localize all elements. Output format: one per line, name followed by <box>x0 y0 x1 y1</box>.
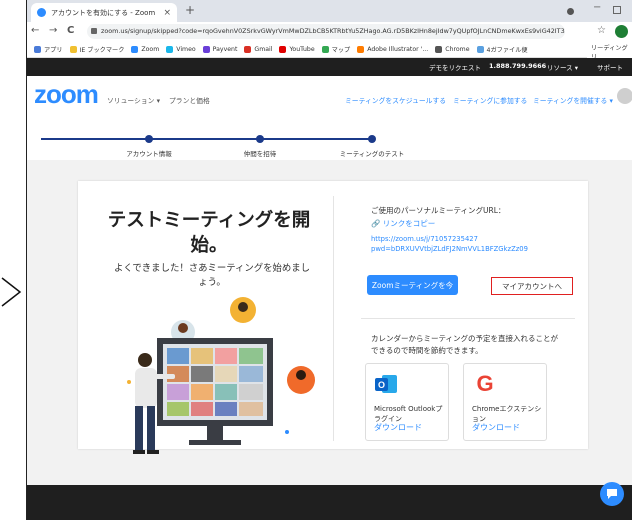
bookmark-item[interactable]: アプリ <box>34 45 63 54</box>
forward-button[interactable]: → <box>49 25 57 36</box>
app-name: Microsoft Outlookプ ラグイン <box>374 405 443 423</box>
progress-step-label: アカウント情報 <box>126 150 172 158</box>
new-tab-button[interactable]: + <box>185 3 195 17</box>
bookmark-star-icon[interactable]: ☆ <box>597 25 606 36</box>
bookmark-item[interactable]: 4ガファイル便 <box>476 45 528 54</box>
profile-dot-icon[interactable] <box>567 8 574 15</box>
personal-url-label: ご使用のパーソナルミーティングURL： <box>371 206 506 215</box>
page-title: テストミーティングを開 始。 <box>107 210 311 256</box>
chat-button[interactable] <box>600 482 624 506</box>
video-meeting-illustration <box>127 297 315 454</box>
lock-icon <box>91 28 97 34</box>
phone-number: 1.888.799.9666 <box>489 62 547 70</box>
bookmark-favicon-icon <box>202 45 210 53</box>
outlook-plugin-card[interactable]: O Microsoft Outlookプ ラグイン ダウンロード <box>365 363 449 441</box>
demo-request-link[interactable]: デモをリクエスト <box>429 62 481 72</box>
download-link[interactable]: ダウンロード <box>472 422 520 433</box>
download-link[interactable]: ダウンロード <box>374 422 422 433</box>
calendar-text: できるので時間を節約できます。 <box>371 346 483 355</box>
bookmark-favicon-icon <box>69 45 77 53</box>
start-meeting-button[interactable]: Zoomミーティングを今 <box>367 275 458 295</box>
resources-menu[interactable]: リソース ▾ <box>547 62 578 72</box>
zoom-logo[interactable]: zoom <box>34 81 99 107</box>
bookmark-favicon-icon <box>279 45 287 53</box>
svg-text:O: O <box>378 380 385 390</box>
chevron-right-icon <box>1 277 22 307</box>
copy-link-button[interactable]: 🔗 リンクをコピー <box>371 218 435 229</box>
bookmark-item[interactable]: マップ <box>321 45 350 54</box>
bookmark-favicon-icon <box>166 45 174 53</box>
progress-step-dot <box>256 135 264 143</box>
outlook-icon: O <box>375 375 397 393</box>
bookmark-item[interactable]: Vimeo <box>166 45 196 53</box>
bookmark-item[interactable]: Adobe Illustrator '... <box>357 45 428 53</box>
bookmark-favicon-icon <box>244 45 252 53</box>
bookmark-favicon-icon <box>357 45 365 53</box>
progress-step-label: 仲間を招待 <box>243 150 277 158</box>
zoom-nav: zoom ソリューション ▾ プランと価格 ミーティングをスケジュールする ミー… <box>27 76 632 114</box>
page-footer <box>27 485 632 520</box>
tab-title: アカウントを有効にする - Zoom <box>51 8 156 17</box>
progress-step-label: ミーティングのテスト <box>339 150 405 158</box>
back-button[interactable]: ← <box>31 25 39 36</box>
nav-host[interactable]: ミーティングを開催する ▾ <box>533 95 613 105</box>
tab-close-icon[interactable]: × <box>163 8 171 18</box>
personal-url-pwd[interactable]: pwd=bDRXUVVtbjZLdFJ2NmVVL1BFZGkzZz09 <box>371 245 528 253</box>
browser-tab[interactable]: アカウントを有効にする - Zoom × <box>31 3 177 22</box>
nav-plans[interactable]: プランと価格 <box>169 95 210 105</box>
my-account-button[interactable]: マイアカウントへ <box>491 277 573 295</box>
address-bar-row: ← → C zoom.us/signup/skipped?code=rqoGve… <box>27 22 632 41</box>
minimize-icon[interactable]: − <box>593 2 601 13</box>
user-avatar-icon[interactable] <box>617 88 632 104</box>
bookmark-favicon-icon <box>131 45 139 53</box>
bookmark-item[interactable]: Payvent <box>202 45 237 53</box>
address-bar[interactable]: zoom.us/signup/skipped?code=rqoGvehnV0ZS… <box>87 24 565 39</box>
bookmark-favicon-icon <box>476 45 484 53</box>
nav-schedule[interactable]: ミーティングをスケジュールする <box>345 95 446 105</box>
reload-button[interactable]: C <box>67 25 74 36</box>
tab-bar: アカウントを有効にする - Zoom × + − <box>27 0 632 22</box>
bookmark-favicon-icon <box>435 45 443 53</box>
maximize-icon[interactable] <box>613 6 621 14</box>
nav-solutions[interactable]: ソリューション ▾ <box>107 95 160 105</box>
section-divider <box>361 318 575 319</box>
bookmark-favicon-icon <box>321 45 329 53</box>
progress-line <box>41 138 375 140</box>
progress-step-dot <box>368 135 376 143</box>
bookmarks-bar: アプリ IE ブックマーク Zoom Vimeo Payvent Gmail YouTube… <box>27 41 632 58</box>
google-icon: G <box>476 371 493 396</box>
progress-step-dot <box>145 135 153 143</box>
personal-url-link[interactable]: https://zoom.us/j/71057235427 <box>371 235 478 243</box>
bookmark-item[interactable]: YouTube <box>279 45 315 53</box>
chrome-extension-card[interactable]: G Chromeエクステンシ ョン ダウンロード <box>463 363 547 441</box>
app-name: Chromeエクステンシ ョン <box>472 405 542 423</box>
bookmark-item[interactable]: Zoom <box>131 45 159 53</box>
nav-join[interactable]: ミーティングに参加する <box>453 95 527 105</box>
bookmark-favicon-icon <box>34 45 41 53</box>
bookmark-item[interactable]: Gmail <box>244 45 272 53</box>
bookmark-item[interactable]: Chrome <box>435 45 470 53</box>
url-text: zoom.us/signup/skipped?code=rqoGvehnV0ZS… <box>101 27 565 35</box>
zoom-top-strip: デモをリクエスト 1.888.799.9666 リソース ▾ サポート <box>27 58 632 76</box>
calendar-text: カレンダーからミーティングの予定を直接入れることが <box>371 334 559 343</box>
browser-window: アカウントを有効にする - Zoom × + − ← → C zoom.us/s… <box>26 0 632 520</box>
profile-avatar-icon[interactable] <box>615 25 628 38</box>
chat-bubble-icon <box>607 489 617 499</box>
svg-text:G: G <box>476 371 493 396</box>
zoom-favicon-icon <box>37 8 46 17</box>
support-link[interactable]: サポート <box>597 62 623 72</box>
bookmark-item[interactable]: IE ブックマーク <box>69 45 124 54</box>
